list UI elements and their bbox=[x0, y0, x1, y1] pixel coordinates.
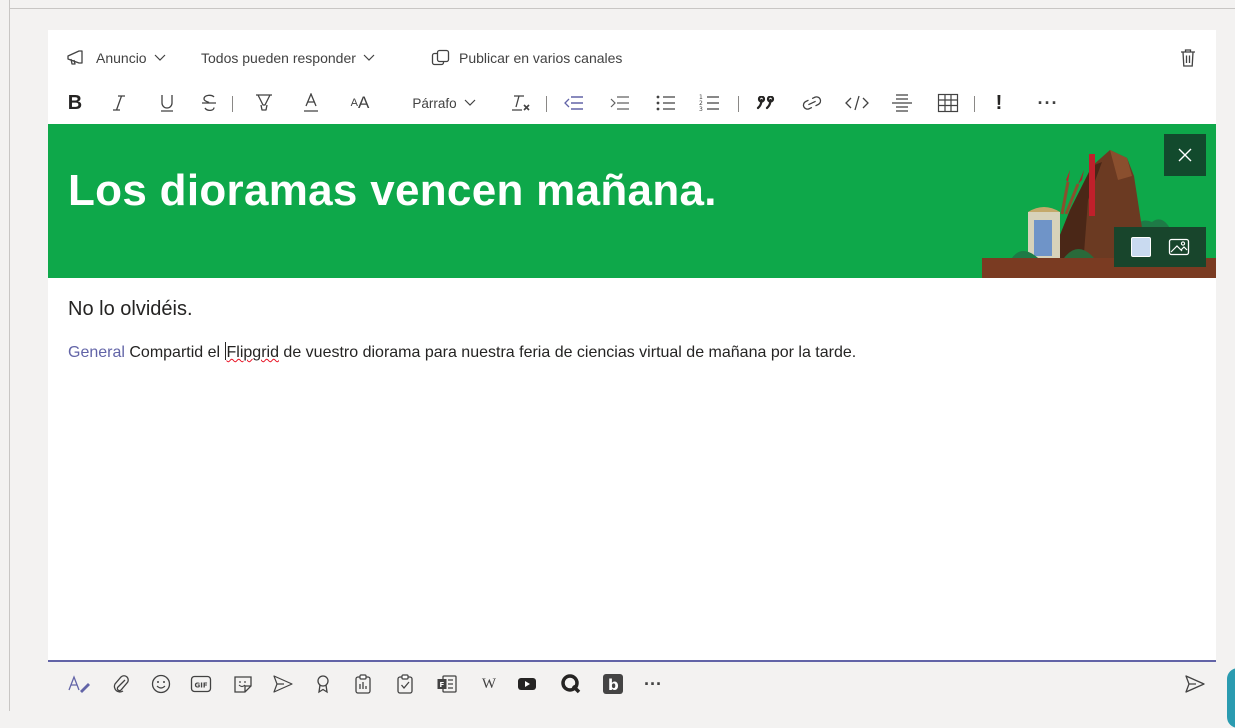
remove-banner-button[interactable] bbox=[1164, 134, 1206, 176]
paragraph-style-label: Párrafo bbox=[412, 95, 457, 111]
italic-icon[interactable] bbox=[108, 88, 130, 118]
important-icon[interactable]: ! bbox=[990, 88, 1008, 118]
image-icon[interactable] bbox=[1168, 238, 1190, 256]
link-icon[interactable] bbox=[800, 88, 824, 118]
praise-icon[interactable] bbox=[310, 671, 336, 697]
window-left-border bbox=[9, 0, 10, 711]
numbered-list-icon[interactable]: 123 bbox=[698, 88, 722, 118]
strikethrough-icon[interactable] bbox=[198, 88, 220, 118]
svg-text:GIF: GIF bbox=[195, 682, 208, 690]
clipboard-icon[interactable] bbox=[350, 671, 376, 697]
compose-options-bar: Anuncio Todos pueden responder Publicar … bbox=[48, 30, 1216, 82]
crosspost-button[interactable]: Publicar en varios canales bbox=[431, 47, 622, 69]
delete-button[interactable] bbox=[1180, 47, 1196, 69]
trash-icon bbox=[1181, 49, 1195, 67]
megaphone-icon bbox=[67, 50, 83, 65]
announcement-label: Anuncio bbox=[96, 50, 147, 66]
font-size-icon[interactable]: AA bbox=[346, 88, 374, 118]
forms-icon[interactable]: F bbox=[434, 671, 460, 697]
svg-text:3: 3 bbox=[699, 106, 703, 113]
text-cursor bbox=[224, 342, 226, 360]
wikipedia-icon[interactable]: W bbox=[476, 671, 502, 697]
attach-icon[interactable] bbox=[108, 671, 134, 697]
highlight-icon[interactable] bbox=[252, 88, 276, 118]
quote-icon[interactable] bbox=[754, 88, 778, 118]
banner-tools bbox=[1114, 227, 1206, 267]
toolbar-separator bbox=[546, 96, 547, 112]
bulleted-list-icon[interactable] bbox=[654, 88, 678, 118]
quizlet-icon[interactable] bbox=[558, 671, 584, 697]
schedule-meeting-icon[interactable] bbox=[270, 671, 296, 697]
emoji-icon[interactable] bbox=[148, 671, 174, 697]
toolbar-separator bbox=[738, 96, 739, 112]
subject-field[interactable]: No lo olvidéis. bbox=[68, 298, 193, 321]
body-text-part: Compartid el bbox=[124, 344, 225, 361]
toolbar-separator bbox=[232, 96, 233, 112]
table-icon[interactable] bbox=[936, 88, 960, 118]
more-options-icon[interactable]: ··· bbox=[1034, 88, 1062, 118]
chevron-down-icon bbox=[464, 99, 476, 106]
announcement-banner[interactable]: Los dioramas vencen mañana. bbox=[48, 124, 1216, 278]
reply-settings-label: Todos pueden responder bbox=[201, 50, 356, 66]
increase-indent-icon[interactable] bbox=[608, 88, 632, 118]
window-top-border bbox=[9, 8, 1235, 9]
compose-box: Anuncio Todos pueden responder Publicar … bbox=[48, 30, 1216, 662]
message-body[interactable]: General Compartid el Flipgrid de vuestro… bbox=[68, 342, 856, 362]
chevron-down-icon bbox=[154, 54, 166, 61]
formatting-toolbar: B AA Párrafo 1 2 3 ! ··· bbox=[48, 82, 1216, 124]
youtube-icon[interactable] bbox=[514, 671, 540, 697]
announcement-button[interactable]: Anuncio bbox=[66, 47, 166, 69]
code-snippet-icon[interactable] bbox=[844, 88, 870, 118]
toolbar-separator bbox=[974, 96, 975, 112]
message-extensions-bar: GIF F W b ··· bbox=[48, 663, 1216, 711]
format-icon[interactable] bbox=[66, 671, 92, 697]
reply-settings-button[interactable]: Todos pueden responder bbox=[201, 47, 375, 69]
channel-mention[interactable]: General bbox=[68, 344, 125, 361]
approvals-icon[interactable] bbox=[392, 671, 418, 697]
gif-icon[interactable]: GIF bbox=[188, 671, 214, 697]
chevron-down-icon bbox=[363, 54, 375, 61]
clear-formatting-icon[interactable] bbox=[510, 88, 532, 118]
banner-color-button[interactable] bbox=[1130, 237, 1151, 257]
sticker-icon[interactable] bbox=[230, 671, 256, 697]
font-color-icon[interactable] bbox=[300, 88, 322, 118]
body-text-part: de vuestro diorama para nuestra feria de… bbox=[278, 344, 857, 361]
send-button[interactable] bbox=[1182, 671, 1208, 697]
banner-headline[interactable]: Los dioramas vencen mañana. bbox=[68, 166, 717, 216]
bold-icon[interactable]: B bbox=[64, 88, 86, 118]
paragraph-style-dropdown[interactable]: Párrafo bbox=[406, 88, 482, 118]
horizontal-rule-icon[interactable] bbox=[890, 88, 914, 118]
svg-text:b: b bbox=[608, 676, 619, 694]
svg-text:F: F bbox=[440, 681, 445, 689]
close-icon bbox=[1178, 148, 1192, 162]
decrease-indent-icon[interactable] bbox=[562, 88, 586, 118]
send-icon bbox=[1185, 675, 1205, 693]
bookwidgets-icon[interactable]: b bbox=[600, 671, 626, 697]
crosspost-label: Publicar en varios canales bbox=[459, 50, 623, 66]
background-decoration bbox=[1227, 668, 1235, 728]
underline-icon[interactable] bbox=[156, 88, 178, 118]
misspelled-word[interactable]: Flipgrid bbox=[227, 344, 279, 361]
more-apps-icon[interactable]: ··· bbox=[640, 671, 666, 697]
crosspost-icon bbox=[431, 49, 450, 66]
